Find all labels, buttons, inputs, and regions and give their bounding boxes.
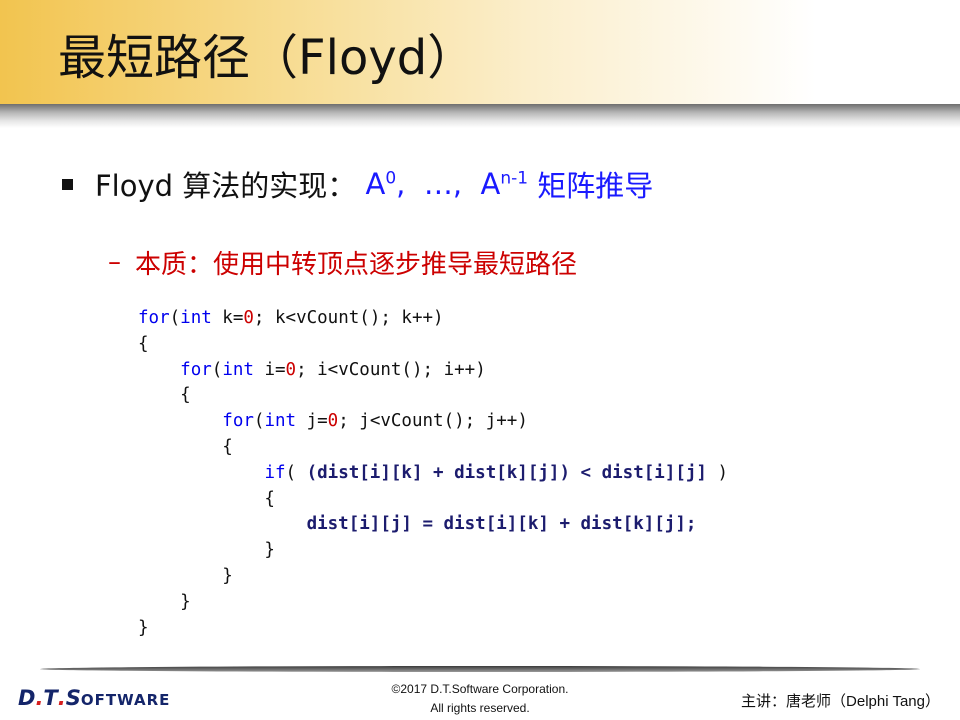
bullet-ellipsis: , …, [396, 167, 481, 201]
square-bullet-icon [62, 178, 73, 190]
sub-bullet: – 本质：使用中转顶点逐步推导最短路径 [108, 243, 577, 281]
logo-rest: OFTWARE [80, 691, 171, 709]
slide-title: 最短路径（Floyd） [58, 30, 476, 86]
main-bullet: Floyd 算法的实现： A0 , …, An-1 矩阵推导 [62, 162, 653, 206]
code-text: k= [211, 308, 244, 328]
keyword-for: for [222, 411, 254, 432]
keyword-for: for [180, 359, 212, 380]
code-text: ; k<vCount(); k++) [253, 308, 444, 328]
matrix-a0-sup: 0 [385, 168, 397, 189]
code-text: ; j<vCount(); j++) [338, 411, 528, 432]
copyright-line-2: All rights reserved. [430, 701, 530, 715]
logo-dot: . [35, 686, 44, 710]
code-line-4: { [138, 385, 191, 406]
code-line-7: if( (dist[i][k] + dist[k][j]) < dist[i][… [138, 461, 728, 487]
code-text: ( [169, 308, 181, 328]
logo-dot: . [57, 686, 66, 710]
title-bar-shadow [0, 104, 960, 128]
keyword-int: int [264, 411, 297, 432]
number-literal: 0 [327, 411, 339, 432]
keyword-for: for [138, 308, 170, 328]
number-literal: 0 [243, 308, 254, 328]
footer-divider [40, 666, 920, 672]
code-line-13: } [138, 617, 149, 638]
code-text: ( [211, 359, 223, 380]
logo-letter: S [65, 686, 81, 710]
code-text: j= [296, 411, 328, 432]
keyword-int: int [222, 359, 254, 380]
code-line-8: { [138, 488, 275, 509]
code-assignment: dist[i][j] = dist[i][k] + dist[k][j]; [306, 514, 697, 535]
code-line-1: for(int k=0; k<vCount(); k++) [138, 306, 728, 332]
lecturer-credit: 主讲：唐老师（Delphi Tang） [741, 693, 940, 710]
code-line-5: for(int j=0; j<vCount(); j++) [138, 409, 728, 435]
code-text: ( [285, 462, 307, 483]
code-line-6: { [138, 436, 233, 457]
keyword-int: int [180, 308, 212, 328]
matrix-an-base: A [480, 167, 501, 201]
logo-letter: D [18, 686, 36, 710]
code-text: ; i<vCount(); i++) [296, 359, 486, 380]
matrix-an-sup: n-1 [500, 168, 529, 189]
code-line-3: for(int i=0; i<vCount(); i++) [138, 358, 728, 384]
code-text: ( [253, 411, 265, 432]
matrix-an: An-1 [480, 167, 528, 201]
logo-letter: T [43, 686, 58, 710]
bullet-lead-text: Floyd 算法的实现： [95, 169, 357, 203]
copyright-notice: ©2017 D.T.Software Corporation. All righ… [320, 680, 640, 718]
code-line-12: } [138, 591, 191, 612]
copyright-line-1: ©2017 D.T.Software Corporation. [391, 682, 569, 696]
dash-bullet-icon: – [108, 247, 121, 277]
code-line-10: } [138, 540, 275, 561]
keyword-if: if [264, 462, 286, 483]
code-text: ) [706, 462, 729, 483]
bullet-tail-text: 矩阵推导 [528, 169, 654, 203]
sub-bullet-text: 本质：使用中转顶点逐步推导最短路径 [135, 249, 578, 280]
code-condition: (dist[i][k] + dist[k][j]) < dist[i][j] [306, 462, 707, 483]
code-block: for(int k=0; k<vCount(); k++) { for(int … [138, 306, 728, 641]
code-text: i= [253, 359, 286, 380]
number-literal: 0 [285, 359, 297, 380]
matrix-a0-base: A [365, 167, 386, 201]
code-line-2: { [138, 333, 149, 354]
dt-software-logo: D. T. S OFTWARE [18, 686, 170, 710]
code-line-11: } [138, 565, 233, 586]
matrix-a0: A0 [356, 167, 397, 201]
code-line-9: dist[i][j] = dist[i][k] + dist[k][j]; [138, 512, 728, 538]
